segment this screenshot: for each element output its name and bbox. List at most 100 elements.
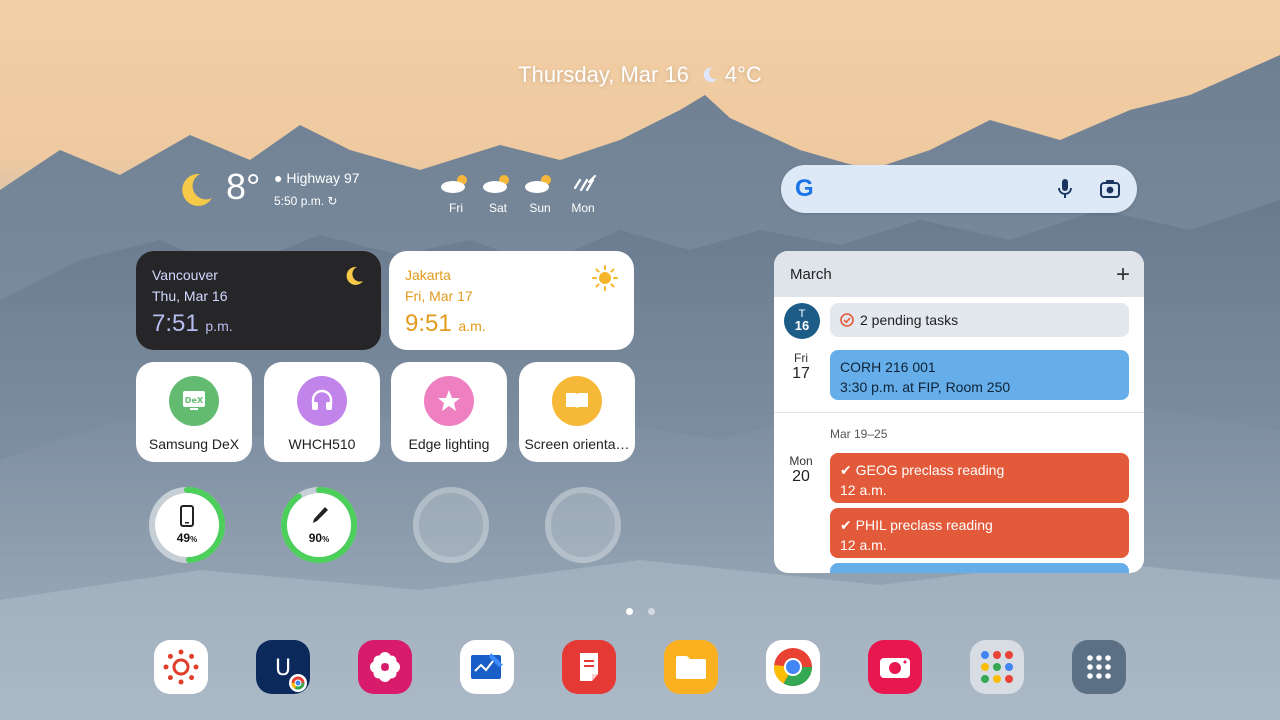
tile-label: Edge lighting: [408, 436, 490, 452]
chrome-icon: [773, 648, 813, 687]
flower-icon: [370, 652, 400, 682]
battery-tablet[interactable]: 49%: [148, 486, 226, 564]
tile-samsung-dex[interactable]: DeX Samsung DeX: [136, 362, 252, 462]
sun-icon: [592, 265, 618, 291]
book-icon: [552, 376, 602, 426]
battery-inner: 90%: [287, 493, 351, 557]
today-date: 16: [794, 318, 810, 333]
forecast-day-label: Mon: [571, 201, 595, 215]
notes-app[interactable]: [562, 640, 616, 694]
event-detail: 12 a.m.: [840, 537, 887, 553]
clock-time-value: 7:51: [152, 310, 199, 337]
battery-value: 90: [308, 531, 323, 545]
battery-slot-empty: [412, 486, 490, 564]
day-weekday: Fri: [794, 351, 808, 365]
battery-value: 49: [176, 531, 191, 545]
pending-tasks[interactable]: 2 pending tasks: [830, 303, 1129, 337]
calendar-event[interactable]: CORH 216 001 3:30 p.m. at FIP, Room 250: [830, 350, 1129, 400]
battery-percent: 90%: [287, 531, 351, 545]
day-label-mon: Mon 20: [782, 454, 820, 486]
day-label-fri: Fri 17: [782, 351, 820, 383]
partly-cloudy-icon: [441, 175, 467, 193]
tile-label: WHCH510: [288, 436, 356, 452]
add-event-icon[interactable]: +: [1116, 261, 1130, 289]
tile-screen-orientation[interactable]: Screen orienta…: [519, 362, 635, 462]
gallery-app[interactable]: [358, 640, 412, 694]
google-folder[interactable]: [970, 640, 1024, 694]
clock-ampm: p.m.: [205, 318, 233, 334]
tile-whch510[interactable]: WHCH510: [264, 362, 380, 462]
notes-icon: [580, 653, 598, 681]
forecast-day: Fri: [436, 172, 476, 215]
microphone-icon[interactable]: [1057, 178, 1073, 200]
my-files-app[interactable]: [664, 640, 718, 694]
calendar-event[interactable]: ✔ GEOG preclass reading 12 a.m.: [830, 453, 1129, 503]
refresh-icon[interactable]: ↻: [327, 194, 337, 208]
chrome-app[interactable]: [766, 640, 820, 694]
location-label: Highway 97: [286, 170, 360, 186]
moon-icon: [703, 67, 718, 83]
svg-text:U: U: [275, 656, 291, 681]
today-badge: T 16: [784, 303, 820, 339]
ubc-shortcut-app[interactable]: U: [256, 640, 310, 694]
u-icon: U: [275, 656, 307, 692]
partly-cloudy-icon: [525, 175, 551, 193]
clock-city: Jakarta: [405, 267, 451, 283]
whiteboard-app[interactable]: [460, 640, 514, 694]
page-indicator-active[interactable]: [626, 608, 633, 615]
star-icon: [424, 376, 474, 426]
headphones-icon: [297, 376, 347, 426]
day-number: 20: [792, 468, 810, 485]
weather-location: ● Highway 97: [274, 170, 360, 186]
google-lens-icon[interactable]: [1099, 178, 1121, 200]
current-temperature: 8°: [226, 166, 261, 207]
day-number: 17: [792, 365, 810, 382]
dex-icon: DeX: [169, 376, 219, 426]
forecast-day: Mon: [563, 172, 603, 215]
moon-icon: [346, 266, 363, 285]
canvas-icon: [163, 649, 199, 685]
location-pin-icon: ●: [274, 170, 283, 186]
canvas-app[interactable]: [154, 640, 208, 694]
forecast-day: Sun: [520, 172, 560, 215]
event-detail: 3:30 p.m. at FIP, Room 250: [840, 379, 1011, 395]
event-title: CORH 216 001: [840, 359, 936, 375]
weather-updated: 5:50 p.m. ↻: [274, 194, 337, 208]
battery-slot-empty: [544, 486, 622, 564]
forecast-day-label: Sat: [488, 201, 507, 215]
calendar-month: March: [790, 266, 832, 283]
date-weather-header[interactable]: Thursday, Mar 16 4°C: [0, 62, 1280, 88]
clock-ampm: a.m.: [458, 318, 486, 334]
battery-s-pen[interactable]: 90%: [280, 486, 358, 564]
clock-date: Thu, Mar 16: [152, 288, 228, 304]
tile-label: Samsung DeX: [148, 436, 240, 452]
battery-percent: 49%: [155, 531, 219, 545]
clock-city: Vancouver: [152, 267, 218, 283]
event-title-text: PHIL preclass reading: [855, 517, 993, 533]
google-folder-icon: [981, 651, 1013, 683]
calendar-header: March +: [774, 251, 1144, 297]
folder-icon: [676, 656, 706, 679]
battery-inner: [419, 493, 483, 557]
world-clock-jakarta[interactable]: Jakarta Fri, Mar 17 9:51 a.m.: [389, 251, 634, 350]
screen-recorder-app[interactable]: [868, 640, 922, 694]
task-check-icon: ✔: [840, 462, 852, 478]
task-check-icon: [840, 313, 854, 327]
clock-time: 9:51 a.m.: [405, 310, 618, 338]
world-clock-vancouver[interactable]: Vancouver Thu, Mar 16 7:51 p.m.: [136, 251, 381, 350]
calendar-widget[interactable]: March + T 16 2 pending tasks Fri 17 CORH 2…: [774, 251, 1144, 573]
calendar-event[interactable]: ✔ PHIL preclass reading 12 a.m.: [830, 508, 1129, 558]
event-title: ✔ GEOG preclass reading: [840, 460, 1119, 480]
google-search-bar[interactable]: G: [781, 165, 1137, 213]
board-icon: [471, 653, 503, 679]
forecast-day-label: Sun: [529, 201, 551, 215]
google-logo-icon: G: [795, 175, 814, 202]
updated-time: 5:50 p.m.: [274, 194, 325, 208]
clock-date: Fri, Mar 17: [405, 288, 473, 304]
event-title-text: GEOG preclass reading: [855, 462, 1005, 478]
rain-icon: [573, 174, 597, 192]
calendar-event-partial[interactable]: [830, 563, 1129, 573]
app-drawer-button[interactable]: [1072, 640, 1126, 694]
tile-edge-lighting[interactable]: Edge lighting: [391, 362, 507, 462]
page-indicator[interactable]: [648, 608, 655, 615]
